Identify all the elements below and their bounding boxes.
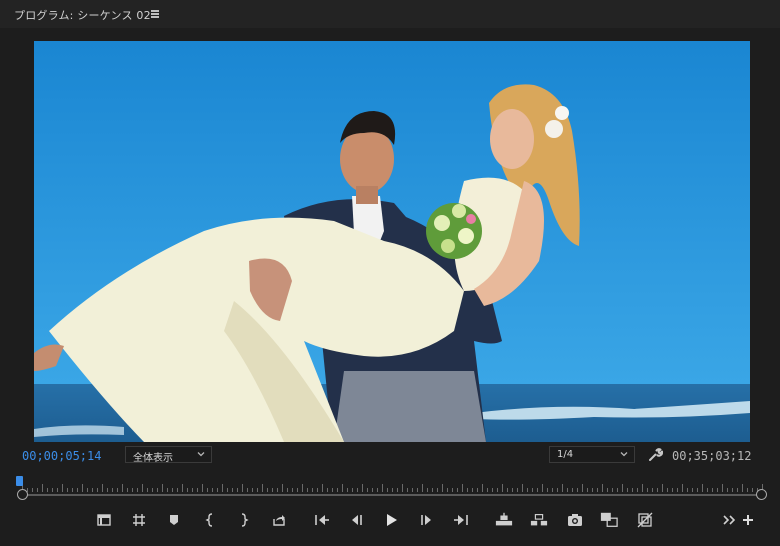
zoom-end-handle[interactable] [756,489,767,500]
mark-in-icon[interactable] [202,511,220,529]
step-forward-icon[interactable] [418,511,436,529]
chevron-down-icon [196,449,206,459]
playhead-handle[interactable] [16,476,23,486]
zoom-start-handle[interactable] [17,489,28,500]
zoom-level-value: 全体表示 [133,453,173,464]
marker-icon[interactable] [165,511,183,529]
go-to-out-icon[interactable] [452,511,470,529]
export-frame-camera-icon[interactable] [566,511,584,529]
panel-title[interactable]: プログラム: シーケンス 02 [14,7,151,23]
playback-timeline[interactable] [14,474,770,504]
lift-icon[interactable] [495,511,513,529]
play-icon[interactable] [382,511,400,529]
add-button-icon[interactable] [739,511,757,529]
go-to-in-icon[interactable] [313,511,331,529]
more-icon[interactable] [720,511,738,529]
export-frame-share-icon[interactable] [270,511,288,529]
mark-out-icon[interactable] [234,511,252,529]
playback-resolution-value: 1/4 [557,449,574,460]
comparison-view-icon[interactable] [600,511,618,529]
transport-controls [0,508,780,532]
set-in-out-grid-icon[interactable] [130,511,148,529]
time-ruler[interactable] [22,484,764,492]
zoom-level-dropdown[interactable]: 全体表示 [125,446,212,464]
current-timecode[interactable]: 00;00;05;14 [22,449,101,463]
wrench-settings-icon[interactable] [647,447,664,463]
zoom-scroll-bar[interactable] [22,494,764,496]
step-back-icon[interactable] [347,511,365,529]
toggle-proxies-icon[interactable] [636,511,654,529]
chevron-down-icon [619,449,629,459]
extract-icon[interactable] [530,511,548,529]
panel-header: プログラム: シーケンス 02 [0,0,780,28]
program-monitor-video[interactable] [34,41,750,442]
add-marker-icon[interactable] [95,511,113,529]
duration-timecode: 00;35;03;12 [672,449,752,463]
video-frame-image [34,41,750,442]
playback-resolution-dropdown[interactable]: 1/4 [549,446,635,463]
hamburger-menu-icon[interactable] [149,6,163,20]
